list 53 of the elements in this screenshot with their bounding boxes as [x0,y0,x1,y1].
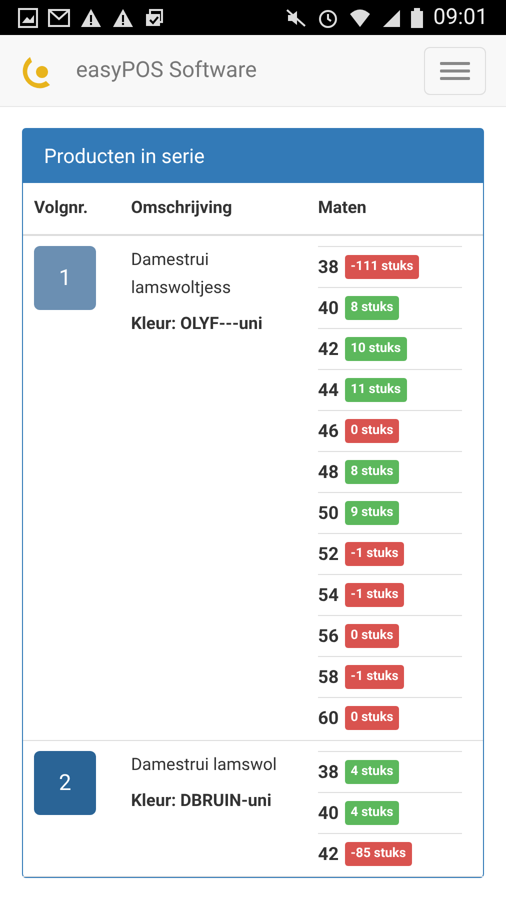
signal-icon [381,8,402,28]
mute-icon [285,8,308,28]
size-label: 58 [318,666,339,690]
size-label: 42 [318,338,339,362]
size-label: 50 [318,502,339,526]
size-label: 52 [318,542,339,566]
image-icon [18,8,38,28]
product-color: Kleur: OLYF---uni [131,313,264,336]
stock-badge: -1 stuks [344,583,404,607]
product-name: Damestrui lamswoltjess [131,249,232,300]
size-label: 48 [318,460,339,484]
brand-name[interactable]: easyPOS Software [76,54,257,87]
stock-badge: 0 stuks [344,706,400,730]
battery-icon [411,8,424,28]
stock-badge: -111 stuks [344,255,420,279]
size-label: 54 [318,584,339,608]
sequence-number[interactable]: 2 [34,751,96,815]
stock-badge: -1 stuks [344,665,404,689]
stock-badge: 10 stuks [344,337,407,361]
warning-icon [112,8,134,28]
menu-button[interactable] [424,46,486,94]
size-label: 60 [318,706,339,730]
size-label: 38 [318,760,339,784]
stock-badge: 4 stuks [344,760,400,784]
size-label: 42 [318,842,339,866]
size-label: 44 [318,378,339,402]
mail-icon [48,8,70,26]
warning-icon [80,8,102,28]
panel-title: Producten in serie [44,143,205,170]
product-name: Damestrui lamswol [131,754,278,777]
column-header: Volgnr. [34,196,89,220]
size-label: 40 [318,296,339,320]
wifi-icon [349,8,372,28]
sequence-number[interactable]: 1 [34,246,96,310]
stock-badge: 0 stuks [344,419,400,443]
menu-icon [440,62,470,80]
stock-badge: -1 stuks [344,542,404,566]
stock-badge: 8 stuks [344,460,400,484]
product-color: Kleur: DBRUIN-uni [131,790,272,813]
size-label: 46 [318,420,339,444]
stock-badge: 8 stuks [344,296,400,320]
stock-badge: 4 stuks [344,801,400,825]
stock-badge: 11 stuks [344,378,407,402]
size-label: 40 [318,802,339,826]
clock: 09:01 [433,4,488,32]
clipboard-icon [144,8,164,28]
size-label: 56 [318,624,339,648]
column-header: Omschrijving [131,196,234,220]
stock-badge: -85 stuks [344,842,412,866]
stock-badge: 0 stuks [344,624,400,648]
size-label: 38 [318,256,339,280]
stock-badge: 9 stuks [344,501,400,525]
column-header: Maten [318,196,368,220]
